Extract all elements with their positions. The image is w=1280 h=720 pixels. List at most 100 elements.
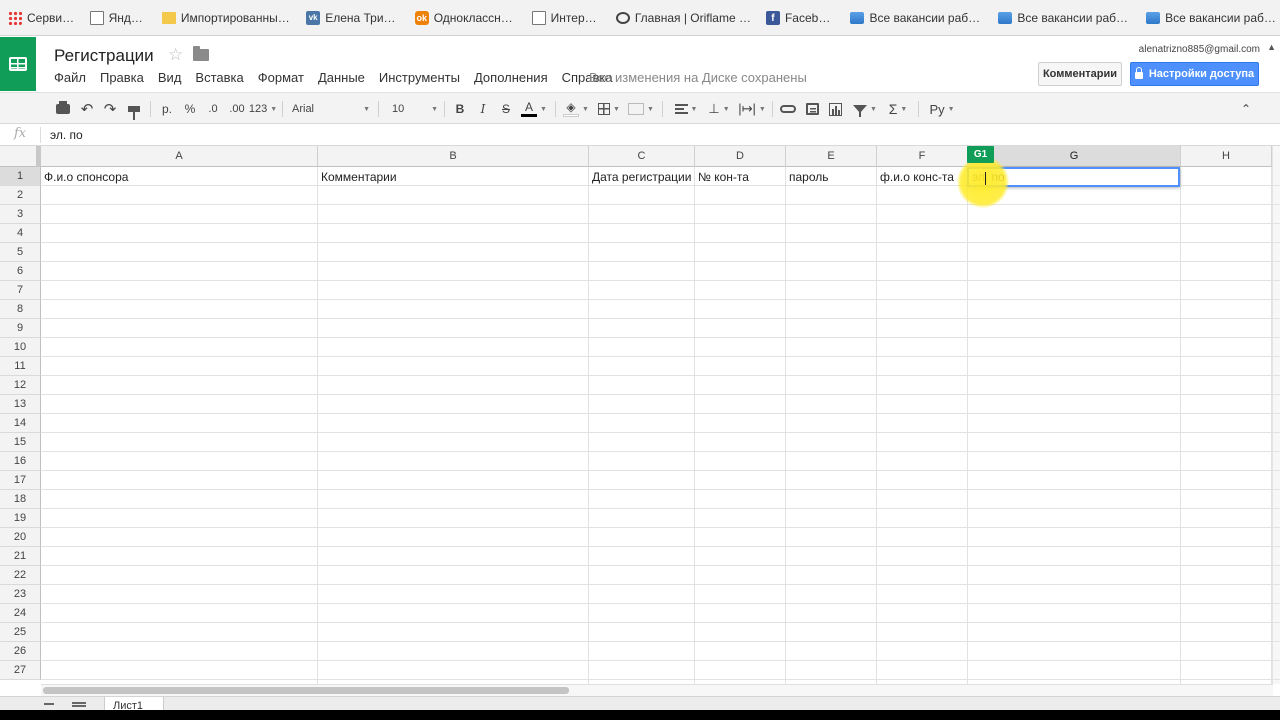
row-header[interactable]: 9	[0, 319, 41, 338]
column-header[interactable]: D	[695, 146, 786, 167]
add-sheet-button[interactable]	[44, 703, 54, 705]
column-header[interactable]: H	[1181, 146, 1272, 167]
menu-item[interactable]: Правка	[100, 70, 144, 85]
percent-format-button[interactable]: %	[181, 99, 199, 119]
document-title[interactable]: Регистрации	[54, 46, 154, 66]
increase-decimals-button[interactable]: .00	[226, 99, 248, 119]
save-status[interactable]: Все изменения на Диске сохранены	[589, 70, 807, 85]
menu-item[interactable]: Файл	[54, 70, 86, 85]
insert-comment-icon[interactable]	[804, 99, 820, 119]
print-icon[interactable]	[55, 99, 71, 119]
insert-chart-icon[interactable]	[827, 99, 843, 119]
row-header[interactable]: 10	[0, 338, 41, 357]
bookmark-item[interactable]: f Facebook	[765, 10, 836, 25]
table-cell[interactable]: Ф.и.о спонсора	[41, 168, 317, 186]
fill-color-icon[interactable]: ◈ ▼	[562, 99, 590, 119]
column-header[interactable]: A	[41, 146, 318, 167]
row-header[interactable]: 7	[0, 281, 41, 300]
spreadsheet-grid[interactable]: A B C D E F G H 1 2 3 4 5 6 7 8 9 10 11 12 13 14 15 16 17 18 19 20 2…	[0, 146, 1280, 684]
row-header[interactable]: 12	[0, 376, 41, 395]
row-header[interactable]: 27	[0, 661, 41, 680]
menu-item[interactable]: Формат	[258, 70, 304, 85]
horizontal-align-icon[interactable]: ▼	[672, 99, 700, 119]
row-header[interactable]: 16	[0, 452, 41, 471]
scroll-up-arrow-icon[interactable]: ▲	[1267, 42, 1276, 52]
row-header[interactable]: 19	[0, 509, 41, 528]
comments-button[interactable]: Комментарии	[1038, 62, 1122, 86]
bookmark-item[interactable]: vk Елена Тризно	[306, 10, 401, 25]
column-header[interactable]: B	[318, 146, 589, 167]
row-header[interactable]: 4	[0, 224, 41, 243]
bookmark-item[interactable]: Яндекс	[89, 10, 148, 25]
table-cell[interactable]: пароль	[786, 168, 876, 186]
menu-item[interactable]: Вид	[158, 70, 182, 85]
text-wrap-icon[interactable]: |↦| ▼	[737, 99, 767, 119]
paint-format-icon[interactable]	[126, 99, 142, 120]
star-icon[interactable]: ☆	[168, 45, 183, 65]
italic-button[interactable]: I	[475, 99, 491, 119]
undo-icon[interactable]: ↶	[78, 99, 96, 119]
table-cell[interactable]: Дата регистрации	[589, 168, 694, 186]
column-header[interactable]: C	[589, 146, 695, 167]
row-header[interactable]: 6	[0, 262, 41, 281]
row-header[interactable]: 15	[0, 433, 41, 452]
row-header[interactable]: 8	[0, 300, 41, 319]
all-sheets-menu-button[interactable]	[72, 702, 86, 704]
functions-button[interactable]: Σ ▼	[884, 99, 912, 119]
row-header[interactable]: 26	[0, 642, 41, 661]
row-header[interactable]: 21	[0, 547, 41, 566]
bookmark-item[interactable]: Все вакансии работо	[998, 11, 1132, 25]
bold-button[interactable]: B	[452, 99, 468, 119]
menu-item[interactable]: Инструменты	[379, 70, 460, 85]
vertical-align-icon[interactable]: ⊥ ▼	[705, 99, 733, 119]
table-cell[interactable]: № кон-та	[695, 168, 785, 186]
decrease-decimals-button[interactable]: .0	[203, 99, 223, 119]
font-size-select[interactable]: 10 ▼	[392, 99, 438, 119]
bookmark-item[interactable]: ok Одноклассники	[414, 10, 518, 25]
bookmark-item[interactable]: Все вакансии работо	[850, 11, 984, 25]
table-cell[interactable]: Комментарии	[318, 168, 588, 186]
row-header[interactable]: 17	[0, 471, 41, 490]
collapse-header-icon[interactable]: ⌃	[1238, 99, 1254, 119]
row-header[interactable]: 18	[0, 490, 41, 509]
redo-icon[interactable]: ↷	[101, 99, 119, 119]
row-header[interactable]: 11	[0, 357, 41, 376]
currency-format-button[interactable]: р.	[158, 99, 176, 119]
sheets-logo-icon[interactable]	[0, 37, 36, 91]
more-formats-button[interactable]: 123 ▼	[249, 99, 277, 119]
row-header[interactable]: 13	[0, 395, 41, 414]
menu-item[interactable]: Дополнения	[474, 70, 548, 85]
bookmark-item[interactable]: Все вакансии работо	[1146, 11, 1280, 25]
bookmark-item[interactable]: Интернет	[531, 10, 602, 25]
user-email[interactable]: alenatrizno885@gmail.com	[1139, 44, 1260, 55]
move-to-folder-icon[interactable]	[193, 46, 209, 61]
row-header[interactable]: 23	[0, 585, 41, 604]
row-header[interactable]: 24	[0, 604, 41, 623]
row-header[interactable]: 22	[0, 566, 41, 585]
horizontal-scrollbar-thumb[interactable]	[43, 687, 569, 694]
row-header[interactable]: 20	[0, 528, 41, 547]
menu-item[interactable]: Данные	[318, 70, 365, 85]
share-button[interactable]: Настройки доступа	[1130, 62, 1259, 86]
formula-input[interactable]: эл. по	[50, 128, 83, 142]
bookmark-item[interactable]: Главная | Oriflame Co	[615, 11, 752, 25]
active-cell-editor[interactable]: эл. по	[967, 167, 1180, 187]
bookmark-item[interactable]: Импортированные и	[161, 11, 292, 25]
strikethrough-button[interactable]: S	[498, 99, 514, 119]
borders-icon[interactable]: ▼	[596, 99, 622, 119]
insert-link-icon[interactable]	[779, 99, 797, 119]
merge-cells-icon[interactable]: ▼	[626, 99, 656, 119]
row-header[interactable]: 25	[0, 623, 41, 642]
sheet-tab[interactable]: Лист1	[104, 697, 164, 710]
row-header[interactable]: 3	[0, 205, 41, 224]
select-all-corner[interactable]	[0, 146, 41, 167]
column-header[interactable]: E	[786, 146, 877, 167]
input-tools-button[interactable]: Ру ▼	[925, 99, 959, 119]
table-cell[interactable]: ф.и.о конс-та	[877, 168, 967, 186]
bookmark-item[interactable]: Сервисы	[8, 10, 76, 25]
column-header[interactable]: G	[968, 146, 1181, 167]
row-header[interactable]: 2	[0, 186, 41, 205]
font-family-select[interactable]: Arial ▼	[292, 99, 370, 119]
row-header[interactable]: 14	[0, 414, 41, 433]
row-header[interactable]: 5	[0, 243, 41, 262]
